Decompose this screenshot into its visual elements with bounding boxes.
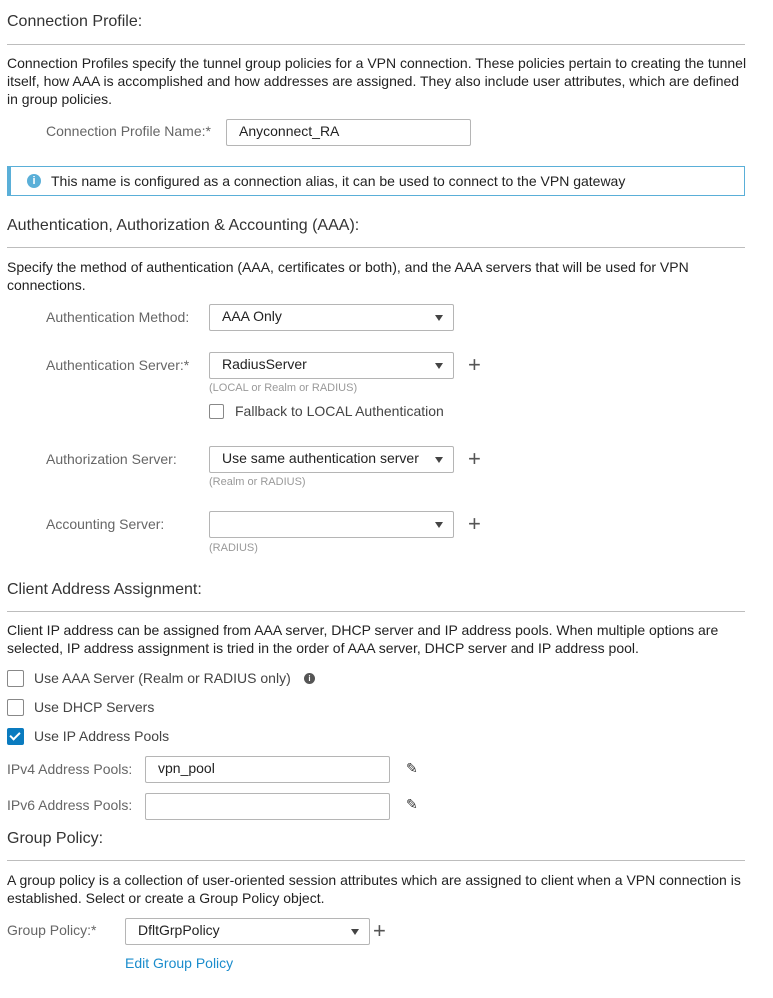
divider [7,860,745,861]
ipv4-pools-input[interactable]: vpn_pool [145,756,390,783]
add-group-policy-plus-icon[interactable]: + [373,920,386,942]
info-icon[interactable]: i [304,673,315,684]
connection-profile-heading: Connection Profile: [7,13,143,30]
aaa-description: Specify the method of authentication (AA… [7,259,689,293]
auth-server-label: Authentication Server:* [46,357,190,373]
ipv6-pools-input[interactable] [145,793,390,820]
aaa-heading: Authentication, Authorization & Accounti… [7,217,360,234]
info-text: This name is configured as a connection … [51,173,626,189]
fallback-local-checkbox[interactable] [209,404,224,419]
acct-server-hint: (RADIUS) [209,542,258,554]
add-authz-server-plus-icon[interactable]: + [468,448,481,470]
use-aaa-server-label: Use AAA Server (Realm or RADIUS only) [34,670,291,686]
authz-server-label: Authorization Server: [46,451,177,467]
info-icon: i [27,174,41,188]
group-policy-description: A group policy is a collection of user-o… [7,872,741,906]
acct-server-label: Accounting Server: [46,516,165,532]
client-address-heading: Client Address Assignment: [7,581,202,598]
auth-method-label: Authentication Method: [46,309,190,325]
edit-ipv6-pencil-icon[interactable]: ✎ [406,796,418,813]
connection-profile-name-input[interactable]: Anyconnect_RA [226,119,471,146]
auth-server-hint: (LOCAL or Realm or RADIUS) [209,382,358,394]
client-address-description: Client IP address can be assigned from A… [7,622,719,656]
edit-group-policy-link[interactable]: Edit Group Policy [125,955,233,971]
ipv6-pools-label: IPv6 Address Pools: [7,797,133,813]
authz-server-select[interactable]: Use same authentication server [209,446,454,473]
ipv4-pools-label: IPv4 Address Pools: [7,761,133,777]
use-aaa-server-checkbox[interactable] [7,670,24,687]
authz-server-hint: (Realm or RADIUS) [209,476,306,488]
auth-method-select[interactable]: AAA Only [209,304,454,331]
edit-ipv4-pencil-icon[interactable]: ✎ [406,760,418,777]
group-policy-heading: Group Policy: [7,830,104,847]
info-banner: i This name is configured as a connectio… [7,166,745,196]
auth-server-select[interactable]: RadiusServer [209,352,454,379]
use-dhcp-checkbox[interactable] [7,699,24,716]
divider [7,247,745,248]
use-ip-pools-checkbox[interactable] [7,728,24,745]
connection-profile-description: Connection Profiles specify the tunnel g… [7,55,747,107]
connection-profile-name-label: Connection Profile Name:* [46,123,211,139]
divider [7,44,745,45]
use-dhcp-label: Use DHCP Servers [34,699,155,715]
acct-server-select[interactable] [209,511,454,538]
group-policy-label: Group Policy:* [7,922,97,938]
divider [7,611,745,612]
fallback-local-label: Fallback to LOCAL Authentication [235,403,444,419]
add-auth-server-plus-icon[interactable]: + [468,354,481,376]
group-policy-select[interactable]: DfltGrpPolicy [125,918,370,945]
add-acct-server-plus-icon[interactable]: + [468,513,481,535]
use-ip-pools-label: Use IP Address Pools [34,728,170,744]
